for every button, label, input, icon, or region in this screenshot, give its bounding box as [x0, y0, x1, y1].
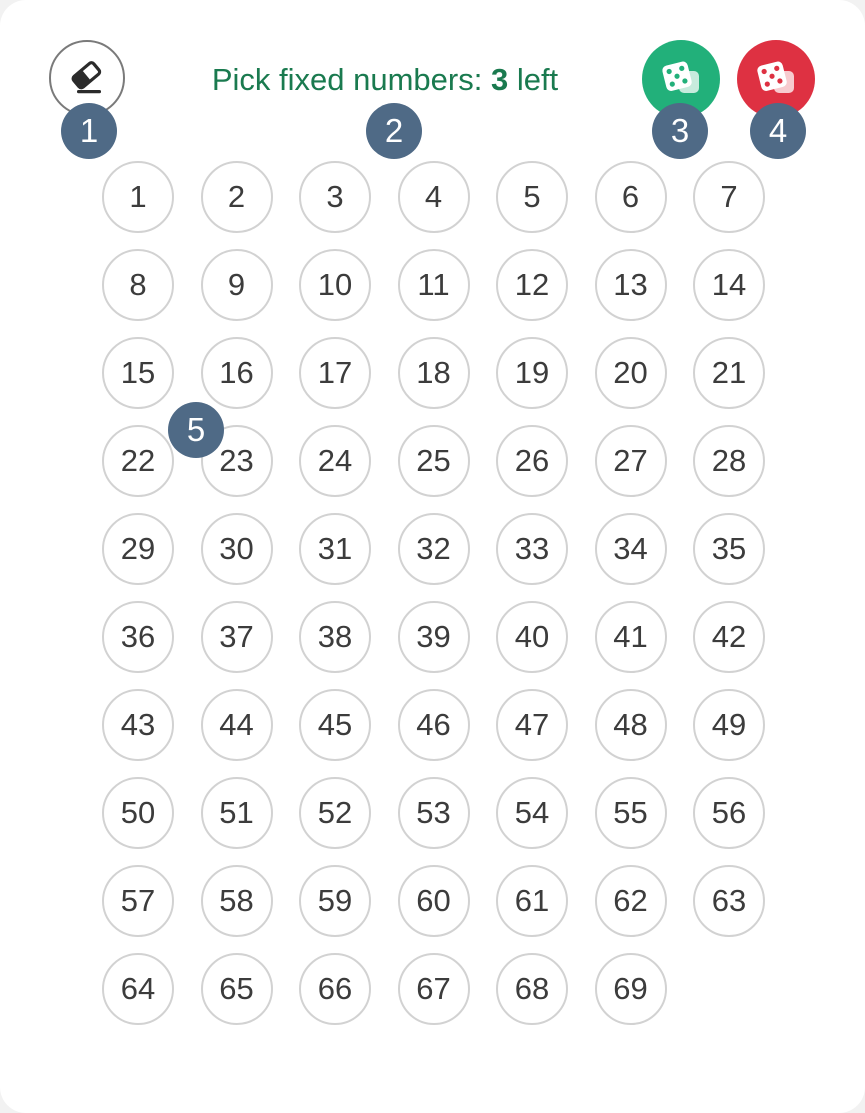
number-ball[interactable]: 10	[299, 249, 371, 321]
callout-marker: 3	[652, 103, 708, 159]
number-ball[interactable]: 19	[496, 337, 568, 409]
pick-instruction-prefix: Pick fixed numbers:	[211, 62, 483, 97]
number-ball[interactable]: 49	[693, 689, 765, 761]
number-ball[interactable]: 43	[102, 689, 174, 761]
number-ball[interactable]: 56	[693, 777, 765, 849]
number-ball[interactable]: 36	[102, 601, 174, 673]
callout-marker: 5	[168, 402, 224, 458]
number-ball[interactable]: 13	[594, 249, 667, 321]
number-ball[interactable]: 53	[397, 777, 470, 849]
number-ball[interactable]: 63	[693, 865, 765, 937]
number-ball[interactable]: 6	[594, 161, 667, 233]
number-ball[interactable]: 58	[200, 865, 273, 937]
number-ball[interactable]: 61	[496, 865, 568, 937]
number-ball[interactable]: 21	[693, 337, 765, 409]
number-ball[interactable]: 39	[397, 601, 470, 673]
number-ball[interactable]: 31	[299, 513, 371, 585]
number-ball[interactable]: 7	[693, 161, 765, 233]
number-ball[interactable]: 48	[594, 689, 667, 761]
number-ball[interactable]: 22	[102, 425, 174, 497]
number-ball[interactable]: 47	[496, 689, 568, 761]
number-ball[interactable]: 59	[299, 865, 371, 937]
number-ball[interactable]: 65	[200, 953, 273, 1025]
number-ball[interactable]: 64	[102, 953, 174, 1025]
number-ball[interactable]: 16	[200, 337, 273, 409]
number-ball[interactable]: 54	[496, 777, 568, 849]
number-ball[interactable]: 8	[102, 249, 174, 321]
pick-instruction: Pick fixed numbers: 3 left	[150, 60, 620, 100]
dice-icon	[757, 61, 794, 93]
number-ball[interactable]: 44	[200, 689, 273, 761]
number-ball[interactable]: 33	[496, 513, 568, 585]
number-ball[interactable]: 24	[299, 425, 371, 497]
number-ball[interactable]: 35	[693, 513, 765, 585]
number-ball[interactable]: 40	[496, 601, 568, 673]
number-ball[interactable]: 1	[102, 161, 174, 233]
pick-instruction-suffix: left	[516, 62, 559, 97]
number-ball[interactable]: 26	[496, 425, 568, 497]
number-ball[interactable]: 2	[200, 161, 273, 233]
number-grid: 1 2 3 4 5 6 7 8 9 10 11 12 13 14 15 16 17 18 19 20 21 22 23 24 2…	[102, 161, 765, 1025]
number-ball[interactable]: 67	[397, 953, 470, 1025]
pick-remaining-count: 3	[490, 62, 509, 97]
number-ball[interactable]: 12	[496, 249, 568, 321]
number-ball[interactable]: 34	[594, 513, 667, 585]
number-ball[interactable]: 30	[200, 513, 273, 585]
number-ball[interactable]: 11	[397, 249, 470, 321]
number-ball[interactable]: 42	[693, 601, 765, 673]
callout-marker: 4	[750, 103, 806, 159]
number-ball[interactable]: 62	[594, 865, 667, 937]
number-ball[interactable]: 28	[693, 425, 765, 497]
number-ball[interactable]: 46	[397, 689, 470, 761]
number-ball[interactable]: 29	[102, 513, 174, 585]
number-ball[interactable]: 60	[397, 865, 470, 937]
number-ball[interactable]: 41	[594, 601, 667, 673]
number-ball[interactable]: 25	[397, 425, 470, 497]
number-ball[interactable]: 55	[594, 777, 667, 849]
number-ball[interactable]: 3	[299, 161, 371, 233]
number-ball[interactable]: 68	[496, 953, 568, 1025]
number-ball[interactable]: 45	[299, 689, 371, 761]
number-ball[interactable]: 57	[102, 865, 174, 937]
number-ball[interactable]: 9	[200, 249, 273, 321]
number-ball[interactable]: 14	[693, 249, 765, 321]
callout-marker: 2	[366, 103, 422, 159]
number-ball[interactable]: 38	[299, 601, 371, 673]
number-ball[interactable]: 27	[594, 425, 667, 497]
number-ball[interactable]: 52	[299, 777, 371, 849]
number-picker-card: Pick fixed numbers: 3 left 1 2 3 4 5 1 2…	[0, 0, 865, 1113]
number-ball[interactable]: 4	[397, 161, 470, 233]
number-ball[interactable]: 66	[299, 953, 371, 1025]
dice-icon	[662, 61, 699, 93]
number-ball[interactable]: 32	[397, 513, 470, 585]
callout-marker: 1	[61, 103, 117, 159]
number-ball[interactable]: 17	[299, 337, 371, 409]
number-ball[interactable]: 37	[200, 601, 273, 673]
number-ball[interactable]: 18	[397, 337, 470, 409]
number-ball[interactable]: 20	[594, 337, 667, 409]
number-ball[interactable]: 51	[200, 777, 273, 849]
number-ball[interactable]: 5	[496, 161, 568, 233]
number-ball[interactable]: 69	[594, 953, 667, 1025]
eraser-icon	[71, 61, 102, 94]
number-ball[interactable]: 50	[102, 777, 174, 849]
number-ball[interactable]: 15	[102, 337, 174, 409]
